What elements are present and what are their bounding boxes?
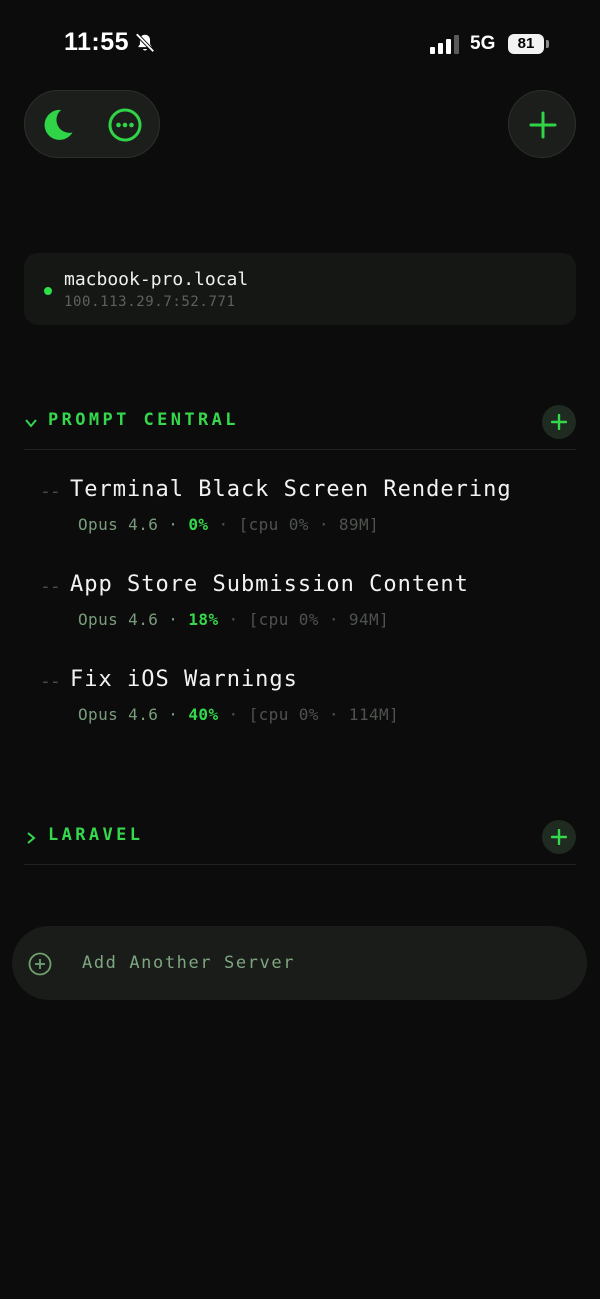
server-host: macbook-pro.local [64,269,249,290]
session-dash: -- [40,671,61,692]
battery-indicator: 81 [508,34,544,54]
session-model: Opus 4.6 [78,610,159,629]
group-title: PROMPT CENTRAL [48,410,239,430]
session-stats: [cpu 0% · 94M] [248,610,390,629]
add-server-label: Add Another Server [82,953,296,973]
session-meta: Opus 4.6 · 18% · [cpu 0% · 94M] [78,610,389,629]
meta-separator: · [158,610,189,629]
bell-slash-icon [135,33,155,53]
server-online-dot [44,287,52,295]
status-time: 11:55 [64,28,130,56]
session-model: Opus 4.6 [78,515,159,534]
group-add-button[interactable] [542,820,576,854]
status-bar: 11:55 5G 81 [0,0,600,90]
session-context-percent: 0% [188,515,209,534]
more-icon[interactable] [107,107,143,143]
session-dash: -- [40,576,61,597]
session-stats: [cpu 0% · 89M] [238,515,380,534]
session-stats: [cpu 0% · 114M] [248,705,400,724]
chevron-down-icon [25,419,37,428]
moon-icon[interactable] [37,105,77,145]
meta-separator: · [158,515,189,534]
meta-separator: · [218,610,249,629]
battery-tip [546,40,549,48]
server-card[interactable]: macbook-pro.local 100.113.29.7:52.771 [24,253,576,325]
server-address: 100.113.29.7:52.771 [64,294,236,310]
meta-separator: · [218,705,249,724]
session-context-percent: 18% [188,610,219,629]
plus-icon [529,111,557,139]
session-item[interactable]: -- App Store Submission Content Opus 4.6… [40,572,580,642]
top-left-controls [24,90,160,158]
chevron-right-icon [27,832,36,844]
session-meta: Opus 4.6 · 40% · [cpu 0% · 114M] [78,705,399,724]
divider [24,864,576,865]
meta-separator: · [158,705,189,724]
add-session-button[interactable] [508,90,576,158]
session-model: Opus 4.6 [78,705,159,724]
session-item[interactable]: -- Fix iOS Warnings Opus 4.6 · 40% · [cp… [40,667,580,737]
plus-circle-icon [28,952,52,976]
session-title: App Store Submission Content [70,572,469,597]
session-context-percent: 40% [188,705,219,724]
plus-icon [551,414,567,430]
meta-separator: · [208,515,239,534]
plus-icon [551,829,567,845]
group-add-button[interactable] [542,405,576,439]
divider [24,449,576,450]
group-header-prompt-central[interactable]: PROMPT CENTRAL [24,405,576,446]
session-meta: Opus 4.6 · 0% · [cpu 0% · 89M] [78,515,379,534]
group-title: LARAVEL [48,825,144,845]
add-server-button[interactable]: Add Another Server [12,926,587,1000]
network-type: 5G [470,33,496,54]
session-title: Terminal Black Screen Rendering [70,477,512,502]
session-title: Fix iOS Warnings [70,667,298,692]
session-dash: -- [40,481,61,502]
group-header-laravel[interactable]: LARAVEL [24,820,576,861]
session-item[interactable]: -- Terminal Black Screen Rendering Opus … [40,477,580,547]
signal-icon [430,35,459,54]
